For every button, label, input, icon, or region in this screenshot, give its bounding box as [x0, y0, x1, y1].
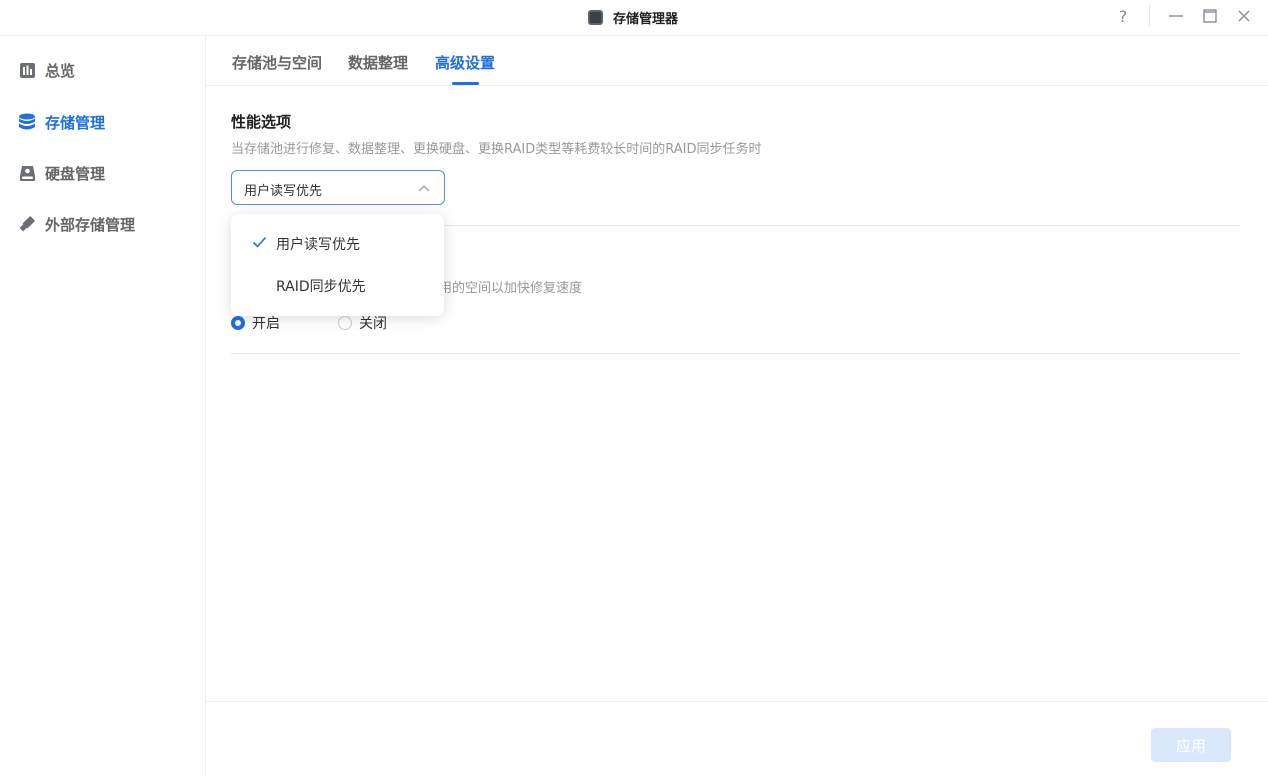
help-button[interactable]: ? [1109, 4, 1137, 28]
chevron-up-icon [418, 185, 430, 192]
sidebar-item-external[interactable]: 外部存储管理 [18, 212, 135, 236]
sidebar-item-overview[interactable]: 总览 [18, 58, 75, 82]
radio-checked-icon [231, 316, 245, 330]
title-bar: 存储管理器 ? [0, 0, 1268, 36]
sidebar-item-label: 外部存储管理 [45, 215, 136, 234]
usb-icon [18, 215, 36, 233]
performance-description: 当存储池进行修复、数据整理、更换硬盘、更换RAID类型等耗费较长时间的RAID同… [231, 142, 762, 157]
storage-manager-window: 存储管理器 ? 总览 存储管理 硬盘管理 外部存储管理 存储池与空间 数据整理 … [0, 0, 1268, 776]
repair-description: 使用的空间以加快修复速度 [426, 281, 583, 296]
help-icon: ? [1118, 6, 1128, 26]
check-icon [252, 236, 267, 248]
close-icon [1238, 10, 1250, 22]
minimize-icon [1169, 15, 1183, 17]
app-icon [588, 9, 603, 25]
minimize-button[interactable] [1162, 4, 1190, 28]
sidebar-item-disks[interactable]: 硬盘管理 [18, 161, 105, 185]
footer-divider [206, 701, 1268, 702]
tab-bar: 存储池与空间 数据整理 高级设置 [206, 36, 1268, 86]
tab-data-defrag[interactable]: 数据整理 [348, 52, 408, 73]
drive-icon [18, 164, 36, 182]
performance-priority-select[interactable]: 用户读写优先 [231, 170, 445, 205]
radio-disable[interactable]: 关闭 [338, 313, 387, 333]
apply-button[interactable]: 应用 [1151, 728, 1231, 762]
window-title-group: 存储管理器 [588, 7, 678, 27]
maximize-icon [1203, 9, 1217, 23]
maximize-button[interactable] [1196, 4, 1224, 28]
active-tab-indicator [452, 82, 479, 85]
dropdown-option-raid-sync[interactable]: RAID同步优先 [231, 267, 444, 303]
dropdown-option-label: 用户读写优先 [276, 237, 360, 253]
dropdown-option-label: RAID同步优先 [276, 279, 366, 295]
sidebar-item-label: 硬盘管理 [45, 164, 106, 183]
performance-title: 性能选项 [231, 113, 292, 131]
select-value: 用户读写优先 [244, 184, 323, 199]
chart-icon [18, 61, 36, 79]
tab-pools-and-volumes[interactable]: 存储池与空间 [232, 52, 322, 73]
sidebar-item-label: 总览 [45, 61, 76, 80]
radio-label: 关闭 [359, 316, 387, 332]
radio-label: 开启 [252, 316, 280, 332]
database-icon [18, 113, 36, 131]
radio-unchecked-icon [338, 316, 352, 330]
window-title: 存储管理器 [613, 11, 679, 27]
tab-advanced-settings[interactable]: 高级设置 [435, 52, 495, 73]
sidebar-item-label: 存储管理 [45, 113, 106, 132]
radio-enable[interactable]: 开启 [231, 313, 280, 333]
sidebar: 总览 存储管理 硬盘管理 外部存储管理 [0, 36, 206, 776]
sidebar-item-storage[interactable]: 存储管理 [18, 110, 105, 134]
priority-dropdown-menu: 用户读写优先 RAID同步优先 [231, 214, 444, 316]
close-button[interactable] [1230, 4, 1258, 28]
section-divider [231, 353, 1240, 354]
title-separator [1149, 4, 1150, 26]
dropdown-option-user-io[interactable]: 用户读写优先 [231, 225, 444, 261]
